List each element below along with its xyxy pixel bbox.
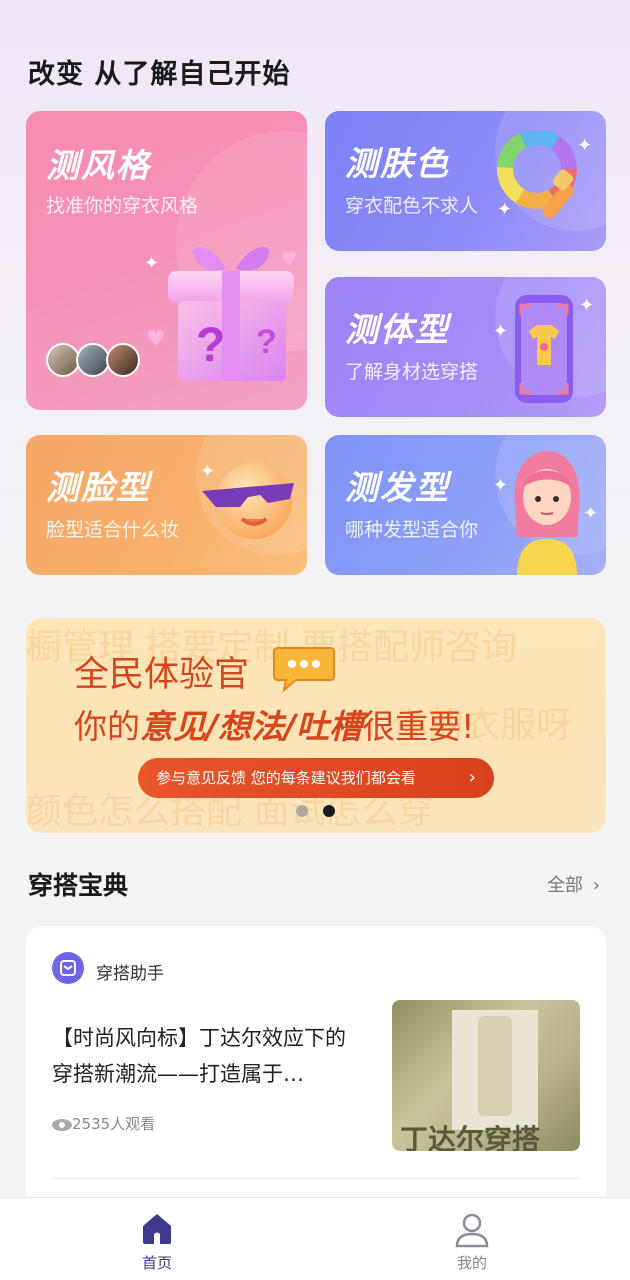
test-skin-color-card[interactable]: 测肤色 穿衣配色不求人 ✦ ✦	[325, 111, 606, 251]
feedback-button-label: 参与意见反馈 您的每条建议我们都会看	[156, 769, 416, 787]
svg-text:?: ?	[196, 319, 225, 372]
tab-mine[interactable]: 我的	[432, 1208, 512, 1274]
card-subtitle: 哪种发型适合你	[345, 519, 479, 541]
page-title: 改变 从了解自己开始	[28, 59, 291, 90]
sparkle-icon: ✦	[144, 253, 160, 274]
banner-subtitle-bold: 意见/想法/吐槽	[140, 707, 363, 746]
carousel-dot-active[interactable]	[323, 805, 335, 817]
avatar	[76, 343, 110, 377]
card-title: 测风格	[46, 146, 151, 185]
heart-icon: ♥	[146, 327, 166, 352]
card-subtitle: 脸型适合什么妆	[46, 519, 180, 541]
test-face-shape-card[interactable]: 测脸型 脸型适合什么妆 ✦	[26, 435, 307, 575]
sparkle-icon: ✦	[493, 321, 509, 342]
section-title: 穿搭宝典	[28, 871, 129, 900]
divider	[52, 1178, 580, 1179]
eye-icon	[52, 1118, 72, 1131]
heart-icon: ♥	[281, 249, 298, 270]
banner-title: 全民体验官	[74, 655, 250, 695]
tab-home[interactable]: 首页	[117, 1208, 197, 1274]
feedback-button[interactable]: 参与意见反馈 您的每条建议我们都会看 ›	[138, 758, 494, 798]
card-title: 测体型	[345, 310, 450, 349]
banner-subtitle-prefix: 你的	[74, 707, 140, 746]
view-all-link[interactable]: 全部 ›	[547, 871, 600, 897]
user-icon	[455, 1213, 489, 1248]
author-avatar	[52, 952, 84, 984]
bottom-tab-bar: 首页 我的	[0, 1197, 630, 1280]
author-name: 穿搭助手	[96, 964, 164, 984]
phone-tshirt-icon	[515, 295, 573, 403]
carousel-dot[interactable]	[296, 805, 308, 817]
sparkle-icon: ✦	[577, 135, 593, 156]
thumbnail-caption: 丁达尔穿搭	[400, 1123, 541, 1151]
banner-subtitle: 你的意见/想法/吐槽很重要!	[74, 700, 474, 748]
card-subtitle: 了解身材选穿搭	[345, 361, 479, 383]
test-hairstyle-card[interactable]: 测发型 哪种发型适合你 ✦ ✦	[325, 435, 606, 575]
card-subtitle: 穿衣配色不求人	[345, 195, 479, 217]
avatar	[106, 343, 140, 377]
view-all-label: 全部	[547, 875, 584, 896]
card-title: 测肤色	[345, 144, 450, 183]
model-figure	[452, 1010, 538, 1130]
tab-home-label: 首页	[141, 1254, 172, 1272]
book-icon	[60, 960, 76, 976]
article-thumbnail[interactable]: 丁达尔穿搭	[392, 1000, 580, 1151]
sparkle-icon: ✦	[579, 295, 595, 316]
home-icon	[143, 1214, 171, 1244]
chevron-right-icon: ›	[468, 767, 476, 788]
tab-mine-label: 我的	[456, 1254, 487, 1272]
card-subtitle: 找准你的穿衣风格	[46, 195, 199, 217]
avatar-group	[46, 343, 146, 377]
sparkle-icon: ✦	[583, 503, 599, 524]
sparkle-icon: ✦	[493, 475, 509, 496]
banner-subtitle-suffix: 很重要!	[362, 707, 475, 746]
test-style-card[interactable]: 测风格 找准你的穿衣风格 ? ? ✦ ♥ ♥	[26, 111, 307, 410]
sparkle-icon: ✦	[200, 461, 216, 482]
sparkle-icon: ✦	[497, 199, 513, 220]
card-title: 测发型	[345, 468, 450, 507]
svg-text:?: ?	[256, 323, 277, 361]
avatar	[46, 343, 80, 377]
chat-bubble-icon	[273, 647, 335, 693]
article-card[interactable]: 穿搭助手 【时尚风向标】丁达尔效应下的穿搭新潮流——打造属于… 2535人观看 …	[26, 926, 606, 1226]
feedback-banner[interactable]: 橱管理 搭要定制 要搭配师咨询 你的衣服呀 颜色怎么搭配 面试怎么穿 全民体验官…	[26, 618, 606, 833]
view-count: 2535人观看	[52, 1113, 155, 1134]
article-title[interactable]: 【时尚风向标】丁达尔效应下的穿搭新潮流——打造属于…	[52, 1020, 362, 1092]
test-body-shape-card[interactable]: 测体型 了解身材选穿搭 ✦ ✦	[325, 277, 606, 417]
chevron-right-icon: ›	[592, 875, 600, 896]
card-title: 测脸型	[46, 468, 151, 507]
girl-avatar-icon	[514, 451, 580, 575]
view-count-text: 2535人观看	[72, 1115, 156, 1133]
